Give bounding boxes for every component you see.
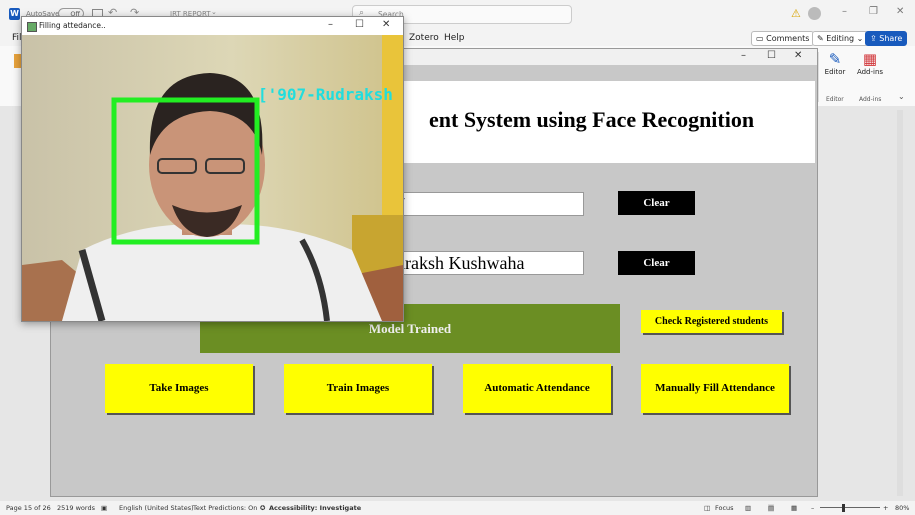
camera-close-icon[interactable]: ✕ xyxy=(382,19,390,30)
zoom-level[interactable]: 80% xyxy=(895,504,909,512)
warning-icon[interactable]: ⚠ xyxy=(791,7,801,20)
focus-button[interactable]: Focus xyxy=(715,504,734,512)
tab-zotero[interactable]: Zotero xyxy=(409,33,439,43)
camera-titlebar: Filling attedance.. – ☐ ✕ xyxy=(22,17,403,35)
pencil-icon: ✎ xyxy=(817,34,827,43)
check-registered-button[interactable]: Check Registered students xyxy=(641,310,782,333)
manual-attendance-button[interactable]: Manually Fill Attendance xyxy=(641,364,789,413)
focus-icon: ◫ xyxy=(704,504,711,512)
train-images-button[interactable]: Train Images xyxy=(284,364,432,413)
app-maximize-icon[interactable]: ☐ xyxy=(767,50,776,61)
avatar[interactable] xyxy=(808,7,821,20)
camera-window-title: Filling attedance.. xyxy=(39,21,106,30)
zoom-slider-thumb[interactable] xyxy=(842,504,845,512)
camera-feed: ['907-Rudraksh xyxy=(22,35,403,321)
word-logo-icon: W xyxy=(9,8,20,20)
share-button[interactable]: ⇪ Share xyxy=(865,31,908,46)
camera-window: Filling attedance.. – ☐ ✕ ['907-Rudraksh xyxy=(21,16,404,322)
camera-app-icon xyxy=(27,22,37,32)
camera-minimize-icon[interactable]: – xyxy=(328,19,333,30)
ribbon-divider xyxy=(818,52,819,102)
restore-icon[interactable]: ❐ xyxy=(869,6,878,17)
tab-help[interactable]: Help xyxy=(444,33,465,43)
take-images-button[interactable]: Take Images xyxy=(105,364,253,413)
automatic-attendance-button[interactable]: Automatic Attendance xyxy=(463,364,611,413)
app-title: ent System using Face Recognition xyxy=(429,107,755,132)
share-icon: ⇪ xyxy=(870,34,880,43)
app-minimize-icon[interactable]: – xyxy=(741,50,746,61)
close-icon[interactable]: ✕ xyxy=(896,6,904,17)
editor-icon: ✎ xyxy=(828,50,842,68)
face-detection-label: ['907-Rudraksh xyxy=(258,85,393,104)
zoom-out-icon[interactable]: – xyxy=(811,504,814,512)
zoom-slider[interactable] xyxy=(820,507,880,508)
read-mode-icon[interactable]: ▥ xyxy=(745,504,751,512)
accessibility-status[interactable]: Accessibility: Investigate xyxy=(269,504,361,512)
group-addins-label: Add-ins xyxy=(859,96,882,103)
camera-frame: ['907-Rudraksh xyxy=(22,35,403,321)
page-count[interactable]: Page 15 of 26 xyxy=(6,504,51,512)
editing-button[interactable]: ✎ Editing ⌄ xyxy=(812,31,869,46)
camera-maximize-icon[interactable]: ☐ xyxy=(355,19,364,30)
name-input[interactable]: draksh Kushwaha xyxy=(393,251,584,275)
addins-button[interactable]: ▦ Add-ins xyxy=(855,50,885,76)
zoom-in-icon[interactable]: + xyxy=(883,504,888,512)
scrollbar[interactable] xyxy=(897,110,903,496)
text-predictions[interactable]: Text Predictions: On xyxy=(193,504,257,512)
word-count[interactable]: 2519 words xyxy=(57,504,95,512)
enrollment-input[interactable]: 7 xyxy=(393,192,584,216)
app-close-icon[interactable]: ✕ xyxy=(794,50,802,61)
comment-icon: ▭ xyxy=(756,34,767,43)
accessibility-icon: ✪ xyxy=(260,504,266,512)
print-layout-icon[interactable]: ▤ xyxy=(768,504,775,512)
group-editor-label: Editor xyxy=(826,96,844,103)
addins-icon: ▦ xyxy=(862,50,878,68)
comments-button[interactable]: ▭ Comments xyxy=(751,31,815,46)
chevron-down-icon[interactable]: ⌄ xyxy=(211,8,217,16)
editor-button[interactable]: ✎ Editor xyxy=(822,50,848,76)
minimize-icon[interactable]: – xyxy=(842,6,847,17)
clear-name-button[interactable]: Clear xyxy=(618,251,695,275)
status-bar: Page 15 of 26 2519 words ▣ English (Unit… xyxy=(0,501,915,515)
web-layout-icon[interactable]: ▦ xyxy=(791,504,797,512)
clear-enrollment-button[interactable]: Clear xyxy=(618,191,695,215)
language[interactable]: English (United States) xyxy=(119,504,194,512)
ribbon-collapse-icon[interactable]: ⌄ xyxy=(898,92,905,101)
proofing-icon[interactable]: ▣ xyxy=(101,504,107,512)
